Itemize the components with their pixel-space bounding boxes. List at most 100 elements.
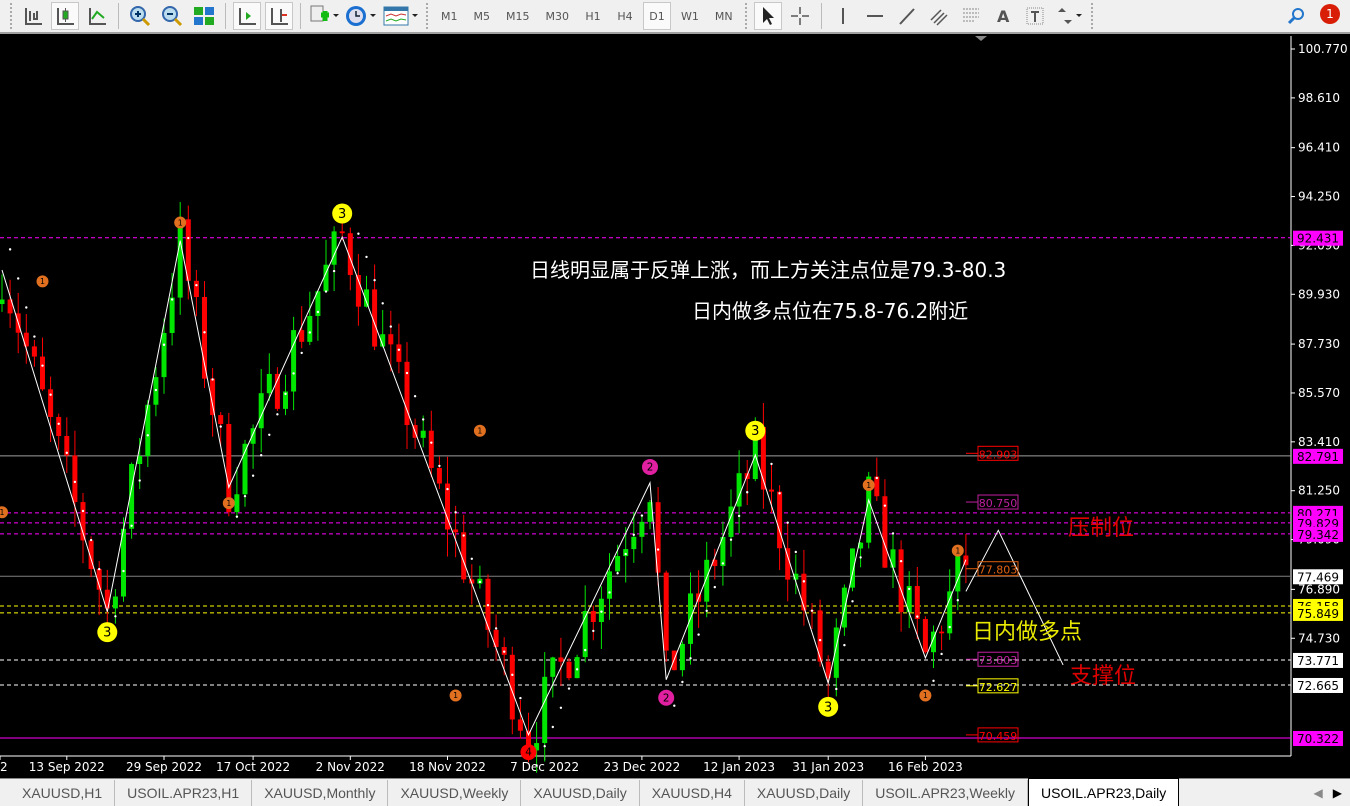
tab-scroll-right-icon[interactable]: ▶: [1333, 786, 1342, 800]
candle-body: [112, 596, 118, 609]
chart-tabs: XAUUSD,H1 USOIL.APR23,H1 XAUUSD,Monthly …: [0, 778, 1350, 806]
sar-dot: [454, 511, 457, 514]
sar-dot: [713, 585, 716, 589]
sar-dot: [17, 277, 20, 280]
toolbar-grip[interactable]: [426, 3, 429, 29]
toolbar-grip[interactable]: [1090, 3, 1094, 29]
new-indicator-button[interactable]: [308, 2, 340, 30]
candle-body: [817, 610, 823, 662]
sar-dot: [932, 679, 935, 683]
vertical-line-icon: [841, 8, 844, 24]
arrows-button[interactable]: [1053, 2, 1085, 30]
tab-xauusd-h1[interactable]: XAUUSD,H1: [10, 780, 116, 806]
candle-body: [542, 676, 548, 744]
y-tick-label: 87.730: [1298, 337, 1340, 351]
timeframe-w1[interactable]: W1: [675, 2, 705, 30]
tab-xauusd-weekly[interactable]: XAUUSD,Weekly: [388, 780, 522, 806]
x-tick-label: 18 Nov 2022: [409, 760, 486, 774]
candlestick-button[interactable]: [51, 2, 79, 30]
timeframe-m30[interactable]: M30: [540, 2, 576, 30]
wave-label-3: 3: [824, 700, 832, 715]
sar-dot: [308, 331, 311, 334]
timeframe-h1[interactable]: H1: [579, 2, 607, 30]
vertical-line-button[interactable]: [829, 2, 857, 30]
notification-badge[interactable]: 1: [1320, 4, 1340, 24]
sar-dot: [891, 532, 895, 535]
wave-label-3: 3: [751, 424, 759, 439]
sar-dot: [446, 487, 449, 491]
line-chart-button[interactable]: [83, 2, 111, 30]
price-box-label: 80.750: [979, 497, 1018, 510]
sar-dot: [114, 615, 117, 618]
sar-dot: [600, 610, 603, 613]
sar-dot: [640, 514, 644, 517]
candle-body: [914, 586, 920, 620]
candle-body: [258, 393, 264, 429]
sar-dot: [721, 562, 725, 565]
wave-label-1: 1: [0, 508, 5, 517]
price-tag-label: 72.665: [1297, 679, 1339, 693]
tab-usoil-h1[interactable]: USOIL.APR23,H1: [115, 780, 253, 806]
toolbar-grip[interactable]: [744, 3, 748, 29]
templates-button[interactable]: [382, 2, 420, 30]
tab-scroll-left-icon[interactable]: ◀: [1314, 786, 1323, 800]
timeframe-group: M1 M5 M15 M30 H1 H4 D1 W1 MN: [433, 2, 741, 30]
tab-xauusd-daily[interactable]: XAUUSD,Daily: [521, 780, 640, 806]
tab-usoil-daily[interactable]: USOIL.APR23,Daily: [1028, 778, 1180, 806]
candle-body: [598, 598, 604, 622]
y-tick-label: 89.930: [1298, 287, 1340, 301]
text-label-button[interactable]: [1021, 2, 1049, 30]
tab-xauusd-monthly[interactable]: XAUUSD,Monthly: [252, 780, 389, 806]
sar-dot: [413, 395, 417, 398]
chart-shift-button[interactable]: [265, 2, 293, 30]
search-button[interactable]: [1286, 6, 1306, 30]
timeframe-m15[interactable]: M15: [500, 2, 536, 30]
cursor-button[interactable]: [753, 2, 782, 30]
annotation-daily-view: 日线明显属于反弹上涨，而上方关注点位是79.3-80.3: [530, 258, 1007, 282]
tab-usoil-weekly[interactable]: USOIL.APR23,Weekly: [863, 780, 1029, 806]
bar-chart-button[interactable]: [19, 2, 47, 30]
candle-body: [453, 529, 459, 533]
candle-body: [922, 619, 928, 653]
timeframe-m5[interactable]: M5: [468, 2, 497, 30]
crosshair-icon: [790, 7, 809, 25]
periodicity-button[interactable]: [344, 2, 378, 30]
sar-dot: [737, 514, 741, 518]
sar-dot: [851, 600, 854, 603]
fibonacci-button[interactable]: [957, 2, 985, 30]
trendline-button[interactable]: [893, 2, 921, 30]
add-indicator-icon: [310, 5, 339, 22]
auto-scroll-button[interactable]: [233, 2, 261, 30]
sar-dot: [438, 464, 441, 468]
zoom-out-button[interactable]: [158, 2, 186, 30]
tab-xauusd-daily-2[interactable]: XAUUSD,Daily: [745, 780, 864, 806]
price-chart[interactable]: 100.77098.61096.41094.25092.09089.93087.…: [0, 36, 1350, 778]
timeframe-m1[interactable]: M1: [435, 2, 464, 30]
timeframe-h4[interactable]: H4: [611, 2, 639, 30]
zoom-in-button[interactable]: [126, 2, 154, 30]
price-tag-label: 77.469: [1297, 570, 1339, 584]
price-tag-label: 73.771: [1297, 654, 1339, 668]
sar-dot: [268, 433, 271, 436]
text-button[interactable]: A: [989, 2, 1017, 30]
candle-body: [558, 657, 564, 662]
crosshair-button[interactable]: [786, 2, 814, 30]
wave-label-1: 1: [866, 481, 871, 490]
horizontal-line-button[interactable]: [861, 2, 889, 30]
sar-dot: [908, 587, 911, 591]
wave-label-2: 2: [647, 462, 654, 474]
sar-dot: [98, 567, 101, 571]
price-tag-label: 75.849: [1297, 607, 1339, 621]
timeframe-d1[interactable]: D1: [643, 2, 671, 30]
tab-scroll: ◀ ▶: [1306, 786, 1350, 806]
tile-windows-button[interactable]: [190, 2, 218, 30]
timeframe-mn[interactable]: MN: [709, 2, 739, 30]
toolbar-grip[interactable]: [10, 3, 13, 29]
tab-xauusd-h4[interactable]: XAUUSD,H4: [640, 780, 745, 806]
svg-text:A: A: [997, 7, 1010, 26]
equidistant-channel-button[interactable]: [925, 2, 953, 30]
sar-dot: [211, 378, 214, 381]
candle-body: [801, 573, 807, 611]
line-chart-icon: [89, 8, 106, 25]
candle-body: [48, 389, 54, 417]
